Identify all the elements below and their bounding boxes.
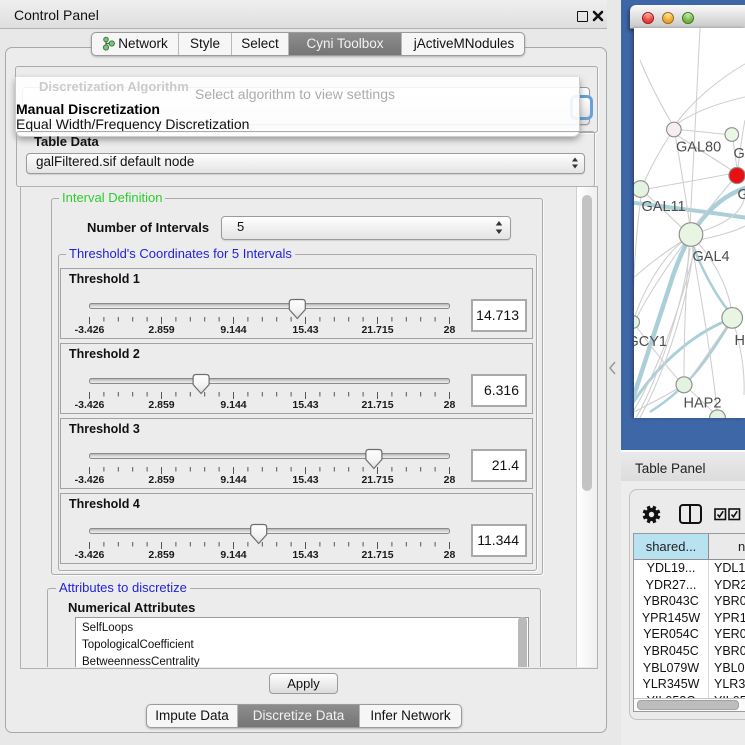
svg-text:15.43: 15.43 <box>292 549 318 561</box>
svg-text:GAL80: GAL80 <box>676 140 721 156</box>
svg-text:H: H <box>735 333 745 349</box>
svg-text:9.144: 9.144 <box>220 549 246 561</box>
svg-text:21.715: 21.715 <box>361 474 393 486</box>
svg-text:28: 28 <box>444 324 456 336</box>
svg-text:GA: GA <box>734 146 745 162</box>
svg-text:-3.426: -3.426 <box>75 474 105 486</box>
svg-text:2.859: 2.859 <box>148 399 174 411</box>
svg-text:G: G <box>738 187 745 203</box>
svg-text:GAL4: GAL4 <box>693 249 730 265</box>
svg-text:-3.426: -3.426 <box>75 324 105 336</box>
svg-text:28: 28 <box>444 399 456 411</box>
svg-text:2.859: 2.859 <box>148 324 174 336</box>
svg-text:21.715: 21.715 <box>361 549 393 561</box>
svg-text:HAP2: HAP2 <box>684 396 722 412</box>
svg-text:2.859: 2.859 <box>148 549 174 561</box>
svg-text:15.43: 15.43 <box>292 474 318 486</box>
svg-text:2.859: 2.859 <box>148 474 174 486</box>
svg-text:GCY1: GCY1 <box>634 334 667 350</box>
svg-text:-3.426: -3.426 <box>75 399 105 411</box>
svg-text:-3.426: -3.426 <box>75 549 105 561</box>
svg-text:21.715: 21.715 <box>361 399 393 411</box>
svg-text:9.144: 9.144 <box>220 399 246 411</box>
svg-text:28: 28 <box>444 549 456 561</box>
svg-text:21.715: 21.715 <box>361 324 393 336</box>
svg-text:28: 28 <box>444 474 456 486</box>
svg-text:15.43: 15.43 <box>292 324 318 336</box>
svg-text:9.144: 9.144 <box>220 474 246 486</box>
svg-text:15.43: 15.43 <box>292 399 318 411</box>
svg-text:9.144: 9.144 <box>220 324 246 336</box>
svg-text:GAL11: GAL11 <box>642 199 686 215</box>
